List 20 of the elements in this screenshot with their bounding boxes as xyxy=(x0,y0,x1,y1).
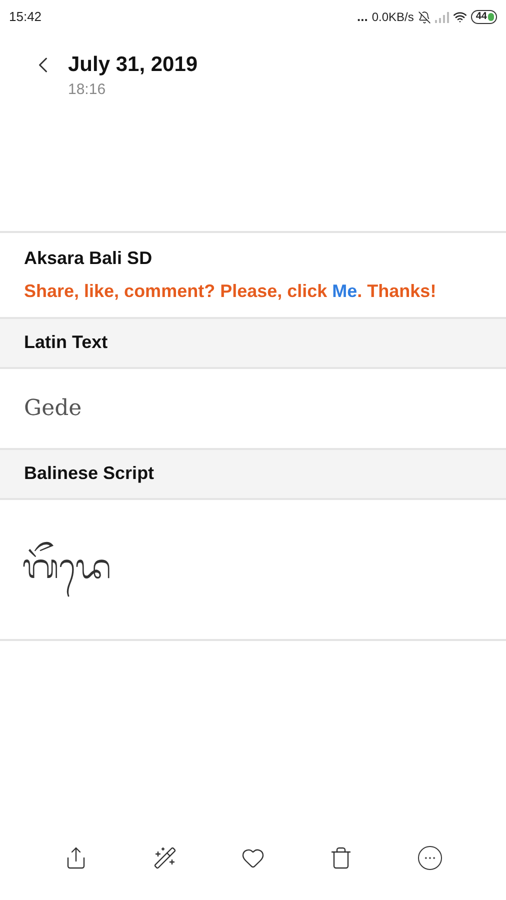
timestamp: 18:16 xyxy=(68,80,107,100)
section-header: Balinese Script xyxy=(0,448,506,500)
app-name: Aksara Bali SD xyxy=(24,246,154,270)
status-time: 15:42 xyxy=(9,8,42,26)
notification-dots: ... xyxy=(357,8,368,26)
page-title: July 31, 2019 xyxy=(68,52,198,78)
me-link[interactable]: Me xyxy=(332,280,358,300)
more-icon[interactable] xyxy=(418,846,442,870)
magic-wand-icon[interactable] xyxy=(152,846,177,870)
promo-text: Share, like, comment? Please, click Me. Thanks! xyxy=(24,280,438,302)
latin-text: Gede xyxy=(24,394,82,422)
wifi-icon xyxy=(452,10,467,24)
alarm-off-icon xyxy=(418,10,431,24)
balinese-text: ᬕᭂᬤᬾ xyxy=(22,516,111,618)
section-header: Latin Text xyxy=(0,316,506,368)
battery-level: 44 xyxy=(476,11,487,23)
trash-icon[interactable] xyxy=(329,846,354,870)
network-speed: 0.0KB/s xyxy=(372,9,414,26)
signal-icon xyxy=(434,12,449,22)
battery-fill xyxy=(488,13,494,21)
